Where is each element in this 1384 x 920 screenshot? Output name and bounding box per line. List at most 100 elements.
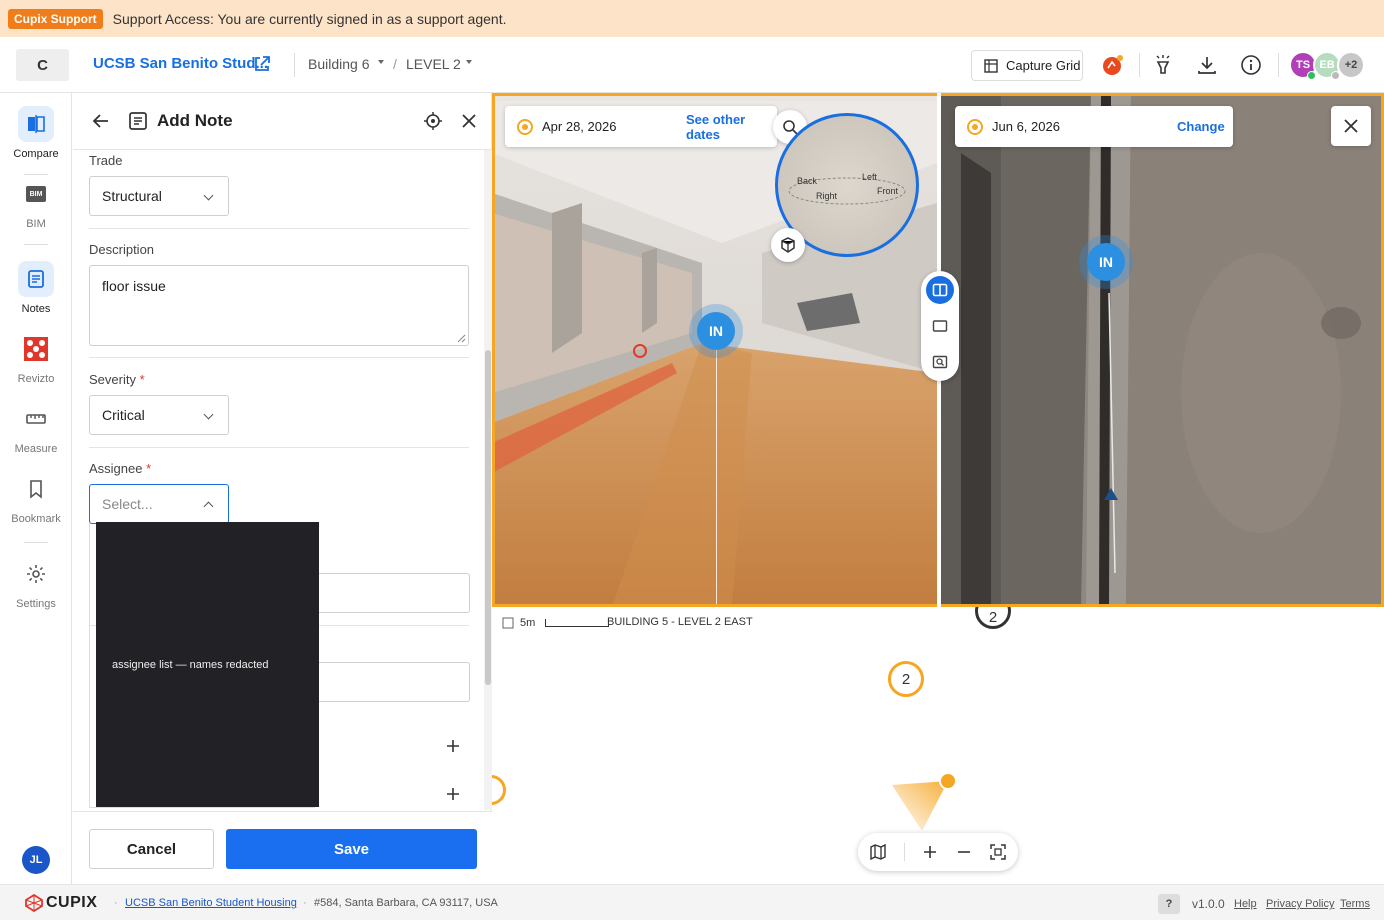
cupix-logo: CUPIX bbox=[24, 894, 97, 912]
cancel-button[interactable]: Cancel bbox=[89, 829, 214, 869]
split-view-button[interactable] bbox=[926, 276, 954, 304]
zoom-out-icon[interactable] bbox=[954, 842, 974, 862]
rail-item-measure[interactable]: Measure bbox=[0, 401, 72, 455]
locate-icon[interactable] bbox=[422, 110, 444, 132]
divider bbox=[24, 244, 48, 245]
trade-select[interactable]: Structural bbox=[89, 176, 229, 216]
cube-icon bbox=[781, 237, 795, 253]
lightbulb-icon[interactable] bbox=[1152, 54, 1174, 76]
breadcrumb-level[interactable]: LEVEL 2 bbox=[406, 56, 461, 72]
note-icon bbox=[127, 110, 149, 132]
user-avatar[interactable]: JL bbox=[22, 846, 50, 874]
change-date-link[interactable]: Change bbox=[1177, 119, 1225, 134]
close-icon[interactable] bbox=[458, 110, 480, 132]
rail-label: BIM bbox=[26, 218, 46, 230]
privacy-link[interactable]: Privacy Policy bbox=[1266, 898, 1334, 910]
see-other-dates-link[interactable]: See other dates bbox=[686, 112, 777, 142]
assignee-dropdown[interactable]: assignee list — names redacted bbox=[96, 522, 319, 807]
assignee-select[interactable]: Select... bbox=[89, 484, 229, 524]
view-mode-toolbar bbox=[921, 271, 959, 381]
capture-date-card: Apr 28, 2026 See other dates bbox=[505, 106, 777, 147]
rail-item-compare[interactable]: Compare bbox=[0, 106, 72, 160]
support-badge: Cupix Support bbox=[8, 8, 103, 29]
single-view-icon bbox=[932, 320, 948, 332]
map-layers-icon[interactable] bbox=[868, 842, 888, 862]
severity-select[interactable]: Critical bbox=[89, 395, 229, 435]
compare-icon bbox=[18, 106, 54, 142]
capture-icon bbox=[517, 118, 533, 135]
close-compare-button[interactable] bbox=[1331, 106, 1371, 146]
capture-date-card: Jun 6, 2026 Change bbox=[955, 106, 1233, 147]
capture-point-marker[interactable]: IN bbox=[697, 312, 735, 350]
caret-down-icon[interactable] bbox=[378, 60, 384, 64]
rail-item-settings[interactable]: Settings bbox=[0, 556, 72, 610]
compass-right: Right bbox=[816, 191, 838, 201]
revizto-sync-icon[interactable] bbox=[1102, 54, 1124, 76]
zoom-in-icon[interactable] bbox=[920, 842, 940, 862]
rail-label: Bookmark bbox=[11, 513, 61, 525]
floor-plan-map[interactable]: 5m BUILDING 5 - LEVEL 2 EAST 2 2 bbox=[492, 607, 1384, 884]
footer: CUPIX · UCSB San Benito Student Housing … bbox=[0, 884, 1384, 920]
rail-item-bookmark[interactable]: Bookmark bbox=[0, 471, 72, 525]
chevron-down-icon bbox=[203, 190, 214, 201]
footer-address: #584, Santa Barbara, CA 93117, USA bbox=[314, 897, 498, 909]
help-link[interactable]: Help bbox=[1234, 898, 1257, 910]
hidden-field-input[interactable] bbox=[319, 662, 470, 702]
severity-label: Severity * bbox=[89, 372, 145, 387]
description-input[interactable]: floor issue bbox=[89, 265, 469, 346]
rail-item-bim[interactable]: BIM BIM bbox=[0, 176, 72, 230]
map-capture-marker[interactable]: 2 bbox=[975, 607, 1011, 629]
capture-icon bbox=[967, 118, 983, 135]
capture-grid-button[interactable]: Capture Grid bbox=[971, 50, 1083, 81]
online-indicator bbox=[1307, 71, 1316, 80]
scrollbar-thumb[interactable] bbox=[485, 350, 491, 685]
fit-to-screen-icon[interactable] bbox=[988, 842, 1008, 862]
footer-project-link[interactable]: UCSB San Benito Student Housing bbox=[125, 897, 297, 909]
capture-date: Jun 6, 2026 bbox=[992, 119, 1060, 134]
capture-point-marker[interactable]: IN bbox=[1087, 243, 1125, 281]
rail-label: Notes bbox=[21, 303, 51, 315]
workspace-logo[interactable]: C bbox=[16, 49, 69, 81]
hidden-field-input[interactable] bbox=[319, 573, 470, 613]
compass-left: Left bbox=[862, 172, 878, 182]
divider bbox=[904, 843, 905, 861]
map-capture-marker[interactable] bbox=[492, 775, 506, 805]
capture-grid-label: Capture Grid bbox=[1006, 58, 1081, 73]
grid-icon bbox=[984, 58, 998, 73]
viewer-left[interactable]: Apr 28, 2026 See other dates Back Left R… bbox=[492, 93, 937, 607]
support-banner: Cupix Support Support Access: You are cu… bbox=[0, 0, 1384, 37]
info-icon[interactable] bbox=[1240, 54, 1262, 76]
inspect-icon bbox=[932, 355, 948, 369]
avatar-overflow[interactable]: +2 bbox=[1337, 51, 1365, 79]
add-icon[interactable] bbox=[445, 738, 461, 754]
external-link-icon[interactable] bbox=[252, 54, 272, 74]
back-arrow-icon[interactable] bbox=[90, 110, 112, 132]
terms-link[interactable]: Terms bbox=[1340, 898, 1370, 910]
rail-item-revizto[interactable]: Revizto bbox=[0, 331, 72, 385]
rail-label: Settings bbox=[16, 598, 56, 610]
viewer-right[interactable]: Jun 6, 2026 Change IN bbox=[941, 93, 1384, 607]
support-message: Support Access: You are currently signed… bbox=[112, 10, 507, 27]
add-icon[interactable] bbox=[445, 786, 461, 802]
download-icon[interactable] bbox=[1196, 54, 1218, 76]
breadcrumb-building[interactable]: Building 6 bbox=[308, 56, 370, 72]
rail-label: Compare bbox=[13, 148, 59, 160]
map-capture-marker[interactable]: 2 bbox=[888, 661, 924, 697]
panorama-image-right[interactable] bbox=[941, 93, 1384, 607]
compass-front: Front bbox=[877, 186, 899, 196]
panel-header: Add Note bbox=[73, 93, 492, 150]
bim-overlay-button[interactable] bbox=[771, 228, 805, 262]
inspect-view-button[interactable] bbox=[926, 348, 954, 376]
rail-item-notes[interactable]: Notes bbox=[0, 261, 72, 315]
project-name[interactable]: UCSB San Benito Stud... bbox=[93, 55, 268, 72]
trade-label: Trade bbox=[89, 153, 123, 168]
single-view-button[interactable] bbox=[926, 312, 954, 340]
panel-scrollbar[interactable] bbox=[484, 150, 492, 810]
gear-icon bbox=[18, 556, 54, 592]
scale-icon bbox=[502, 617, 514, 629]
resize-handle-icon[interactable] bbox=[457, 334, 466, 343]
caret-down-icon[interactable] bbox=[466, 60, 472, 64]
save-button[interactable]: Save bbox=[226, 829, 477, 869]
help-question-button[interactable]: ? bbox=[1158, 894, 1180, 914]
compass-back: Back bbox=[797, 176, 818, 186]
